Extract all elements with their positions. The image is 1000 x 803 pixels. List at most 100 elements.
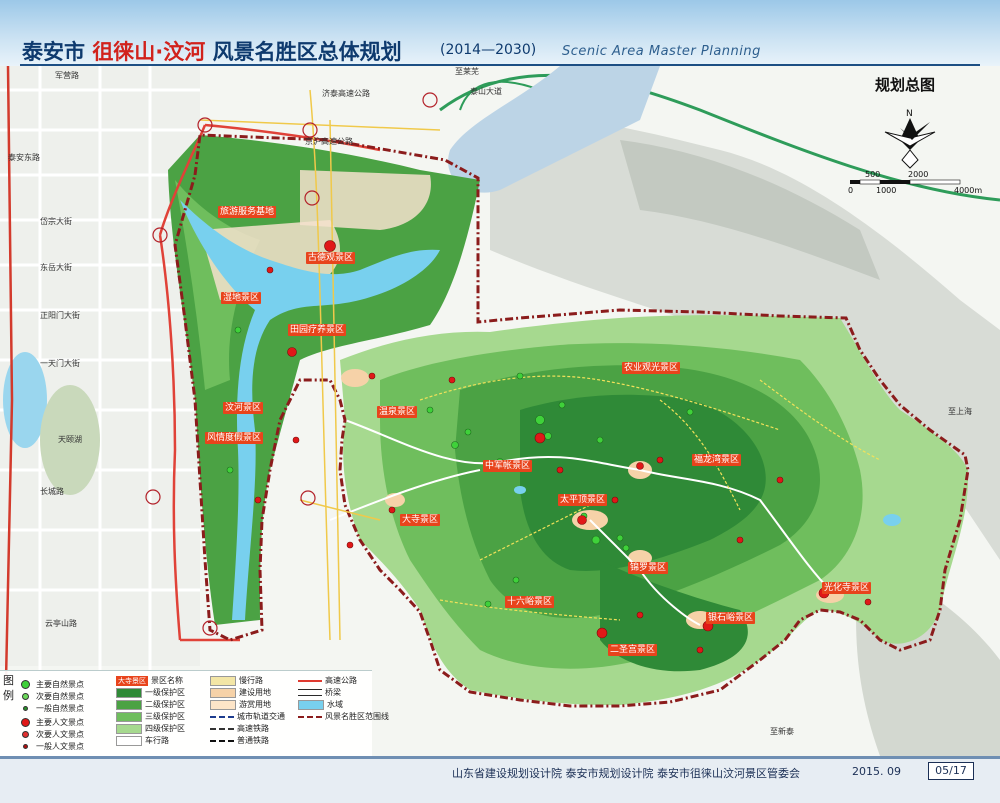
- scenic-area-label: 福龙湾景区: [692, 454, 742, 466]
- legend-label: 一级保护区: [145, 688, 185, 697]
- legend-label: 次要自然景点: [36, 692, 84, 701]
- legend-swatch: [20, 718, 30, 727]
- scenic-area-label: 十六峪景区: [505, 596, 555, 608]
- road-label: 济泰高速公路: [322, 89, 370, 98]
- legend-swatch: [116, 711, 142, 722]
- road-label: 云亭山路: [45, 619, 77, 628]
- footer-date: 2015. 09: [852, 765, 901, 778]
- map-label: 规划总图: [875, 76, 936, 94]
- scenic-area-label: 光化寺景区: [822, 582, 872, 594]
- legend-item: 次要人文景点: [20, 729, 84, 740]
- title-english: Scenic Area Master Planning: [562, 44, 761, 59]
- legend-swatch: [22, 706, 28, 711]
- legend-item: 游赏用地: [210, 699, 271, 710]
- legend-label: 景区名称: [151, 676, 183, 685]
- road-label: 长城路: [40, 487, 64, 496]
- legend-swatch: [298, 715, 322, 718]
- map-legend: 图例 主要自然景点 次要自然景点 一般自然景点 主要人文景点 次要人文景点 一般人文景点 大…: [0, 670, 389, 757]
- legend-label: 城市轨道交通: [237, 712, 285, 721]
- legend-label: 二级保护区: [145, 700, 185, 709]
- legend-label: 三级保护区: [145, 712, 185, 721]
- road-label: 至新泰: [770, 727, 794, 736]
- pond-center: [514, 486, 526, 494]
- svg-text:N: N: [906, 109, 913, 119]
- legend-swatch: [20, 680, 30, 689]
- legend-label: 慢行路: [239, 676, 263, 685]
- legend-label: 主要自然景点: [36, 680, 84, 689]
- scenic-area-label: 田园疗养景区: [288, 324, 347, 336]
- legend-swatch: [210, 715, 234, 718]
- legend-swatch: [298, 689, 322, 696]
- legend-swatch: [298, 679, 322, 682]
- legend-label: 高速铁路: [237, 724, 269, 733]
- legend-label: 风景名胜区范围线: [325, 712, 389, 721]
- legend-swatch: 大寺景区: [116, 675, 148, 686]
- legend-label: 一般自然景点: [36, 704, 84, 713]
- scenic-area-label: 二圣宫景区: [608, 644, 658, 656]
- road-label: 一天门大街: [40, 359, 80, 368]
- legend-swatch: [116, 735, 142, 746]
- scenic-area-label: 旅游服务基地: [218, 206, 277, 218]
- legend-swatch: [21, 693, 29, 700]
- legend-label: 四级保护区: [145, 724, 185, 733]
- legend-item: 二级保护区: [116, 699, 185, 710]
- legend-item: 车行路: [116, 735, 169, 746]
- scale-label-upper-1: 500: [865, 170, 881, 179]
- road-label: 岱宗大街: [40, 217, 72, 226]
- legend-item: 高速铁路: [210, 723, 269, 734]
- legend-label: 一般人文景点: [36, 742, 84, 751]
- scale-label-1000: 1000: [876, 186, 897, 195]
- scenic-area-label: 湿地景区: [221, 292, 262, 304]
- legend-swatch: [210, 675, 236, 686]
- legend-label: 次要人文景点: [36, 730, 84, 739]
- scenic-area-label: 汶河景区: [223, 402, 264, 414]
- legend-item: 慢行路: [210, 675, 263, 686]
- legend-item: 大寺景区 景区名称: [116, 675, 183, 686]
- legend-item: 次要自然景点: [20, 691, 84, 702]
- map-sheet: { "title": { "city": "泰安市", "highlight":…: [0, 0, 1000, 803]
- road-label: 天颐湖: [58, 435, 82, 444]
- legend-title: 图例: [3, 674, 14, 702]
- legend-item: 一般人文景点: [20, 741, 84, 752]
- legend-label: 游赏用地: [239, 700, 271, 709]
- road-label: 至上海: [948, 407, 972, 416]
- legend-label: 主要人文景点: [36, 718, 84, 727]
- legend-item: 桥梁: [298, 687, 341, 698]
- scale-label-4000: 4000m: [954, 186, 983, 195]
- legend-item: 一级保护区: [116, 687, 185, 698]
- scenic-area-label: 农业观光景区: [622, 362, 681, 374]
- legend-item: 主要自然景点: [20, 679, 84, 690]
- road-label: 军营路: [55, 71, 79, 80]
- legend-label: 车行路: [145, 736, 169, 745]
- legend-swatch: [116, 723, 142, 734]
- legend-label: 桥梁: [325, 688, 341, 697]
- master-plan-map: N 规划总图 500 2000 0 1000 4000m 旅游服务基地 古德观景区…: [0, 66, 1000, 756]
- legend-label: 高速公路: [325, 676, 357, 685]
- legend-label: 普通铁路: [237, 736, 269, 745]
- page-title: 泰安市 徂徕山·汶河 风景名胜区总体规划: [22, 36, 402, 66]
- footer-credits: 山东省建设规划设计院 泰安市规划设计院 泰安市徂徕山汶河景区管委会: [452, 767, 800, 780]
- scenic-area-label: 古德观景区: [306, 252, 356, 264]
- road-label: 泰安东路: [8, 153, 40, 162]
- legend-item: 建设用地: [210, 687, 271, 698]
- legend-label: 水域: [327, 700, 343, 709]
- title-bar: 泰安市 徂徕山·汶河 风景名胜区总体规划 (2014—2030) Scenic …: [0, 0, 1000, 66]
- legend-swatch: [116, 699, 142, 710]
- scenic-area-label: 太平顶景区: [558, 494, 608, 506]
- scenic-area-label: 大寺景区: [400, 514, 441, 526]
- legend-item: 一般自然景点: [20, 703, 84, 714]
- legend-swatch: [210, 727, 234, 730]
- road-label: 至莱芜: [455, 67, 479, 76]
- legend-item: 普通铁路: [210, 735, 269, 746]
- road-label: 京沪高速公路: [305, 137, 353, 146]
- reservoir-east: [883, 514, 901, 526]
- scale-bar: [850, 179, 961, 185]
- page-number: 05/17: [928, 762, 974, 780]
- scenic-area-label: 锦罗景区: [628, 562, 669, 574]
- legend-swatch: [116, 687, 142, 698]
- legend-item: 高速公路: [298, 675, 357, 686]
- legend-item: 水域: [298, 699, 343, 710]
- title-years: (2014—2030): [440, 42, 537, 58]
- road-label: 正阳门大街: [40, 311, 80, 320]
- scenic-area-label: 温泉景区: [377, 406, 418, 418]
